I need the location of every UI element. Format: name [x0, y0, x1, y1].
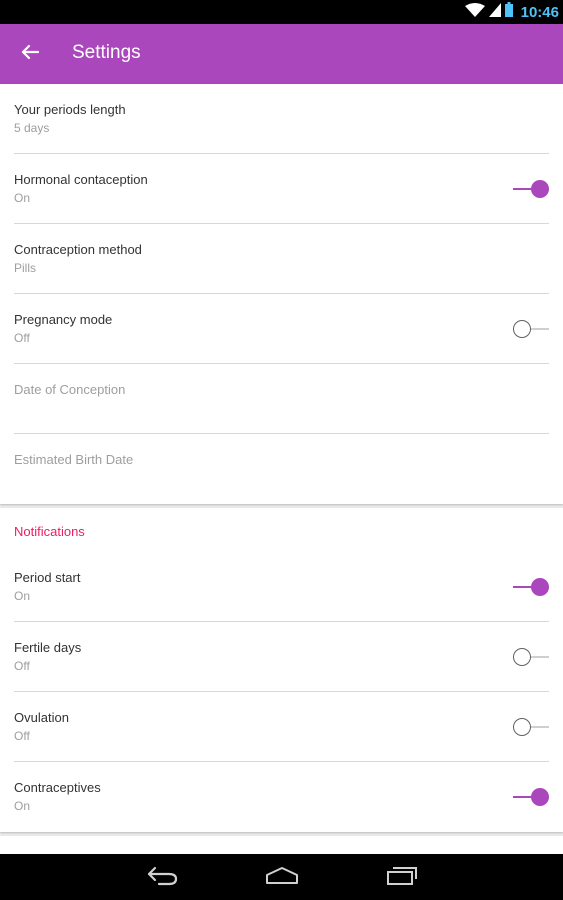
nav-recents-button[interactable] — [382, 862, 422, 892]
notification-ovulation[interactable]: Ovulation Off — [0, 692, 563, 762]
back-button[interactable] — [12, 36, 48, 72]
setting-title: Estimated Birth Date — [14, 452, 134, 467]
setting-title: Hormonal contaception — [14, 172, 148, 187]
general-settings-card: Your periods length 5 days Hormonal cont… — [0, 84, 563, 504]
setting-value: 5 days — [14, 121, 50, 135]
setting-value: Off — [14, 729, 30, 743]
setting-title: Contraceptives — [14, 780, 101, 795]
nav-back-button[interactable] — [142, 862, 182, 892]
notification-period-start[interactable]: Period start On — [0, 552, 563, 622]
battery-icon — [504, 2, 513, 22]
status-bar: 10:46 — [0, 0, 563, 24]
setting-value: Off — [14, 659, 30, 673]
setting-value: On — [14, 191, 31, 205]
section-header-notifications: Notifications — [0, 508, 563, 552]
setting-title: Fertile days — [14, 640, 82, 655]
setting-periods-length[interactable]: Your periods length 5 days — [0, 84, 563, 154]
app-toolbar: Settings — [0, 24, 563, 84]
page-title: Settings — [72, 42, 141, 63]
setting-title: Period start — [14, 570, 81, 585]
setting-pregnancy-mode[interactable]: Pregnancy mode Off — [0, 294, 563, 364]
home-icon — [264, 865, 300, 890]
notifications-card: Notifications Period start On Fertile da… — [0, 508, 563, 832]
back-icon — [145, 864, 179, 891]
notification-contraceptives[interactable]: Contraceptives On — [0, 762, 563, 832]
toggle-thumb — [531, 578, 549, 596]
setting-value: Off — [14, 331, 30, 345]
nav-home-button[interactable] — [262, 862, 302, 892]
fertile-days-toggle[interactable] — [513, 646, 549, 668]
setting-value: On — [14, 589, 31, 603]
status-time: 10:46 — [520, 3, 559, 21]
setting-title: Date of Conception — [14, 382, 126, 397]
arrow-left-icon — [21, 44, 40, 65]
wifi-icon — [464, 2, 485, 22]
status-icons: 10:46 — [464, 0, 559, 24]
pregnancy-mode-toggle[interactable] — [513, 318, 549, 340]
setting-value: Pills — [14, 261, 37, 275]
setting-value: On — [14, 799, 31, 813]
period-start-toggle[interactable] — [513, 576, 549, 598]
notification-fertile-days[interactable]: Fertile days Off — [0, 622, 563, 692]
signal-icon — [488, 2, 501, 22]
setting-title: Contraception method — [14, 242, 142, 257]
setting-estimated-birth-date[interactable]: Estimated Birth Date — [0, 434, 563, 504]
system-nav-bar — [0, 854, 563, 900]
setting-date-of-conception[interactable]: Date of Conception — [0, 364, 563, 434]
ovulation-toggle[interactable] — [513, 716, 549, 738]
setting-title: Ovulation — [14, 710, 69, 725]
toggle-thumb — [531, 180, 549, 198]
setting-contraception-method[interactable]: Contraception method Pills — [0, 224, 563, 294]
recents-icon — [385, 865, 419, 890]
setting-hormonal-contraception[interactable]: Hormonal contaception On — [0, 154, 563, 224]
section-header-label: Notifications — [14, 524, 85, 539]
setting-title: Pregnancy mode — [14, 312, 113, 327]
toggle-thumb — [513, 718, 531, 736]
setting-title: Your periods length — [14, 102, 126, 117]
toggle-thumb — [513, 648, 531, 666]
contraceptives-toggle[interactable] — [513, 786, 549, 808]
toggle-thumb — [531, 788, 549, 806]
hormonal-contraception-toggle[interactable] — [513, 178, 549, 200]
toggle-thumb — [513, 320, 531, 338]
